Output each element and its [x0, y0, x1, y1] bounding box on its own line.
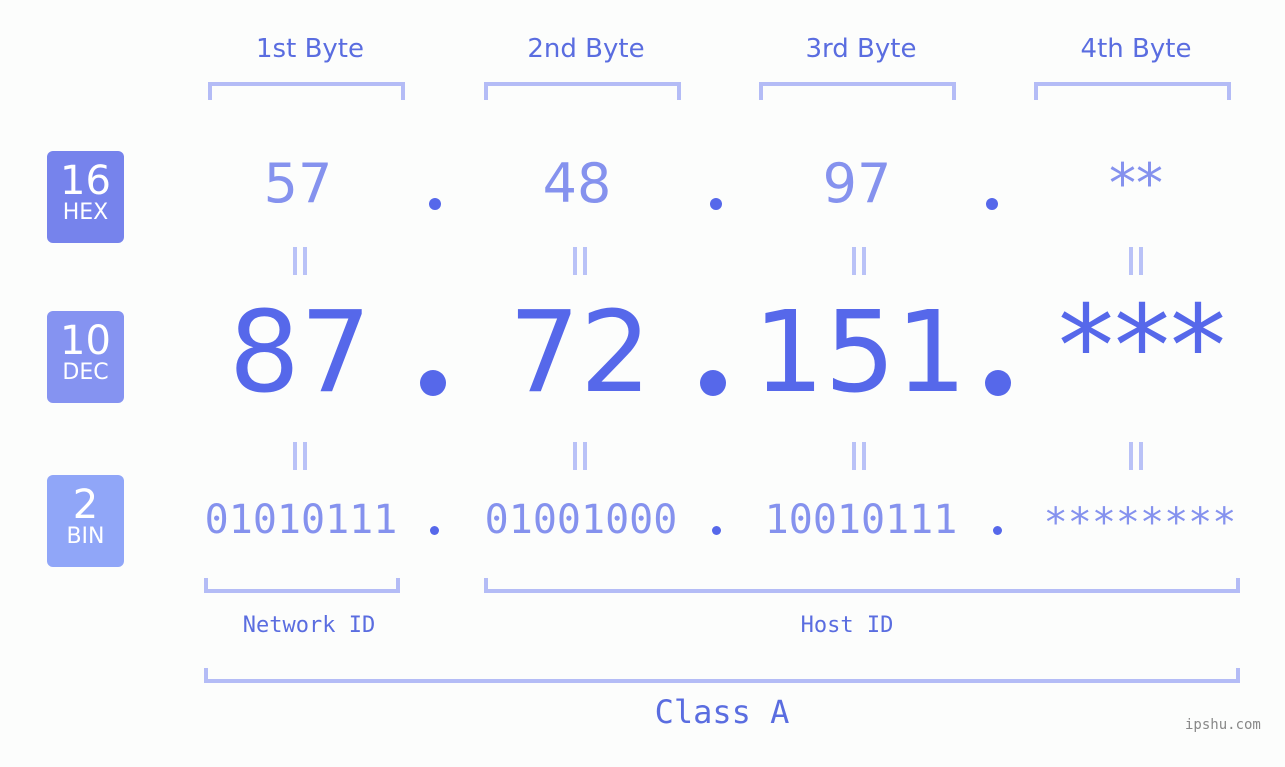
- hex-badge: 16 HEX: [47, 151, 124, 243]
- hex-dot-1: [429, 198, 441, 210]
- equals-icon: [573, 247, 587, 275]
- dec-byte-2: 72: [508, 288, 652, 418]
- bin-byte-2: 01001000: [484, 497, 678, 543]
- equals-icon: [1129, 247, 1143, 275]
- byte-header-3: 3rd Byte: [805, 34, 917, 64]
- bin-dot-1: [430, 526, 439, 535]
- bin-dot-2: [712, 526, 721, 535]
- bin-byte-1: 01010111: [204, 497, 398, 543]
- dec-dot-2: [700, 370, 726, 396]
- byte-header-2: 2nd Byte: [527, 34, 645, 64]
- equals-icon: [1129, 442, 1143, 470]
- bin-badge: 2 BIN: [47, 475, 124, 567]
- byte-bracket-2: [484, 82, 681, 100]
- hex-byte-3: 97: [822, 152, 892, 215]
- hex-dot-3: [986, 198, 998, 210]
- equals-icon: [852, 442, 866, 470]
- equals-icon: [852, 247, 866, 275]
- equals-icon: [293, 442, 307, 470]
- dec-byte-1: 87: [228, 288, 372, 418]
- dec-byte-4: ***: [1058, 282, 1226, 412]
- hex-label: HEX: [62, 200, 109, 225]
- byte-bracket-3: [759, 82, 956, 100]
- host-id-bracket: [484, 578, 1240, 593]
- hex-byte-4: **: [1109, 152, 1163, 215]
- bin-byte-3: 10010111: [764, 497, 958, 543]
- byte-header-1: 1st Byte: [256, 34, 364, 64]
- dec-dot-1: [420, 370, 446, 396]
- hex-base: 16: [60, 158, 111, 204]
- bin-dot-3: [993, 526, 1002, 535]
- class-bracket: [204, 668, 1240, 683]
- byte-header-4: 4th Byte: [1080, 34, 1192, 64]
- byte-bracket-4: [1034, 82, 1231, 100]
- hex-byte-1: 57: [263, 152, 333, 215]
- equals-icon: [293, 247, 307, 275]
- network-id-bracket: [204, 578, 400, 593]
- network-id-label: Network ID: [242, 613, 376, 638]
- dec-dot-3: [985, 370, 1011, 396]
- bin-byte-4: ********: [1043, 500, 1237, 546]
- hex-byte-2: 48: [542, 152, 612, 215]
- dec-base: 10: [60, 318, 111, 364]
- host-id-label: Host ID: [800, 613, 894, 638]
- hex-dot-2: [710, 198, 722, 210]
- equals-icon: [573, 442, 587, 470]
- watermark: ipshu.com: [1185, 717, 1261, 733]
- dec-byte-3: 151: [753, 288, 967, 418]
- class-label: Class A: [654, 693, 790, 731]
- dec-label: DEC: [62, 360, 109, 385]
- bin-base: 2: [72, 482, 99, 528]
- dec-badge: 10 DEC: [47, 311, 124, 403]
- bin-label: BIN: [66, 524, 105, 549]
- byte-bracket-1: [208, 82, 405, 100]
